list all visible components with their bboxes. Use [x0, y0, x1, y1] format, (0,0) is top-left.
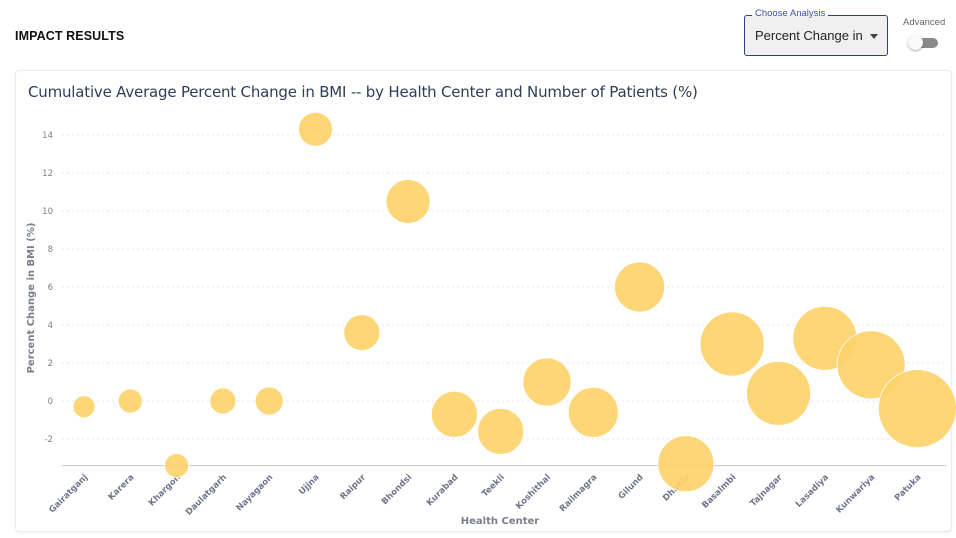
bubble-railmagra[interactable]: [567, 386, 619, 438]
bubble-bhondsi[interactable]: [385, 179, 431, 224]
y-tick-label: 0: [48, 397, 53, 407]
x-tick-label: Daulatgarh: [184, 473, 229, 518]
x-tick-label: Gilund: [617, 473, 646, 502]
x-tick-label: Kunwariya: [834, 472, 877, 515]
bubble-dhanla[interactable]: [657, 435, 715, 493]
x-tick-label: Koshithal: [514, 473, 553, 512]
x-tick-label: Khargon: [147, 473, 183, 509]
y-tick-label: 10: [42, 207, 53, 217]
x-tick-label: Karera: [107, 472, 137, 502]
x-tick-label: Teekli: [480, 473, 507, 500]
bubble-koshithal[interactable]: [522, 357, 572, 407]
y-tick-label: 6: [48, 283, 53, 293]
y-tick-label: 2: [48, 359, 53, 369]
bubble-gilund[interactable]: [614, 261, 665, 313]
bubble-patuka[interactable]: [878, 369, 956, 448]
bubble-tajnagar[interactable]: [746, 360, 811, 426]
bubble-daulatgarh[interactable]: [209, 387, 237, 415]
bubble-nayagaon[interactable]: [254, 386, 284, 416]
x-tick-label: Kurabad: [425, 473, 461, 509]
y-tick-label: 4: [48, 321, 53, 331]
x-axis-title: Health Center: [461, 516, 540, 527]
bubble-basalmbi[interactable]: [699, 311, 765, 377]
x-tick-label: Railmagra: [558, 472, 600, 514]
x-tick-label: Bhondsi: [380, 473, 414, 507]
bubble-ujjna[interactable]: [298, 111, 333, 147]
x-tick-label: Lasadiya: [794, 472, 831, 509]
bubble-gairatganj[interactable]: [72, 395, 96, 419]
bubble-chart: -2 0 2 4 6 8 10 12 14 Gairatganj Karera Khargon Dau…: [26, 111, 956, 527]
bubble-karera[interactable]: [117, 388, 143, 414]
bubble-kurabad[interactable]: [430, 390, 478, 438]
x-tick-label: Gairatganj: [47, 473, 90, 516]
x-tick-label: Ujjna: [297, 472, 322, 497]
bubble-khargon[interactable]: [164, 453, 190, 479]
y-tick-label: -2: [45, 435, 53, 445]
y-tick-label: 8: [48, 245, 53, 255]
x-tick-label: Raipur: [339, 472, 369, 502]
x-tick-labels: Gairatganj Karera Khargon Daulatgarh Nayagao…: [47, 472, 923, 518]
x-tick-label: Nayagaon: [235, 473, 276, 514]
y-tick-label: 12: [42, 169, 53, 179]
y-tick-label: 14: [42, 131, 53, 141]
gridlines: [62, 134, 946, 440]
bubble-raipur[interactable]: [343, 314, 381, 352]
y-tick-labels: -2 0 2 4 6 8 10 12 14: [42, 131, 53, 445]
x-tick-label: Tajnagar: [748, 472, 785, 509]
bubbles: [72, 111, 956, 493]
bubble-teekli[interactable]: [477, 407, 525, 455]
x-tick-label: Patuka: [893, 472, 924, 503]
y-axis-title: Percent Change in BMI (%): [26, 223, 37, 374]
